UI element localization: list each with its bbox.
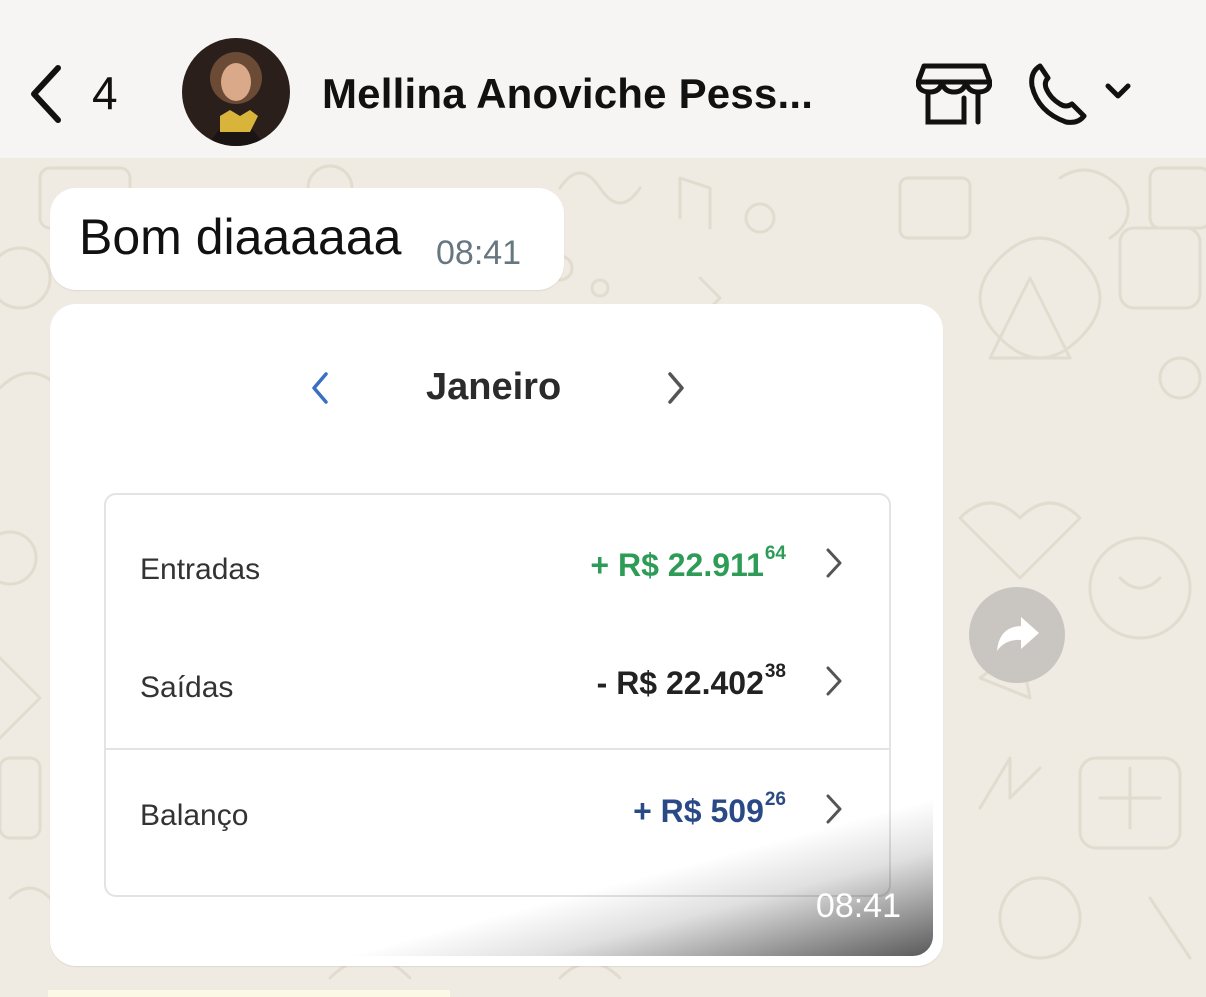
- row-label: Balanço: [140, 799, 249, 832]
- divider: [106, 748, 889, 750]
- avatar[interactable]: [182, 38, 290, 146]
- avatar-photo: [182, 38, 290, 146]
- image-message-bubble[interactable]: Janeiro Entradas + R$ 22.91164 Saídas - …: [50, 304, 943, 966]
- message-bubble[interactable]: Bom diaaaaaa 08:41: [50, 188, 564, 290]
- phone-icon[interactable]: [1026, 60, 1138, 128]
- storefront-icon[interactable]: [916, 62, 992, 126]
- row-amount: + R$ 22.91164: [590, 543, 786, 583]
- next-message-edge: [48, 990, 450, 997]
- month-title: Janeiro: [426, 366, 562, 408]
- row-amount: + R$ 50926: [633, 789, 786, 829]
- row-amount: - R$ 22.40238: [596, 661, 786, 701]
- chevron-left-icon[interactable]: [26, 62, 66, 126]
- chevron-right-icon: [668, 372, 684, 404]
- row-label: Entradas: [140, 553, 261, 586]
- contact-name[interactable]: Mellina Anoviche Pess...: [322, 70, 813, 118]
- summary-row-entradas: Entradas + R$ 22.91164: [106, 521, 889, 621]
- chat-header: 4 Mellina Anoviche Pess...: [0, 0, 1206, 158]
- message-time: 08:41: [436, 234, 522, 272]
- message-time: 08:41: [815, 887, 901, 925]
- chevron-left-icon: [312, 372, 328, 404]
- message-text: Bom diaaaaaa: [79, 209, 402, 265]
- shared-image[interactable]: Janeiro Entradas + R$ 22.91164 Saídas - …: [60, 314, 933, 956]
- chevron-right-icon: [826, 794, 842, 824]
- chevron-down-icon: [1105, 83, 1131, 99]
- summary-row-balanco: Balanço + R$ 50926: [106, 767, 889, 867]
- unread-count[interactable]: 4: [92, 66, 118, 120]
- chevron-right-icon: [826, 548, 842, 578]
- summary-row-saidas: Saídas - R$ 22.40238: [106, 639, 889, 739]
- row-label: Saídas: [140, 671, 234, 704]
- summary-card: Entradas + R$ 22.91164 Saídas - R$ 22.40…: [104, 493, 891, 897]
- forward-arrow-icon: [997, 617, 1039, 651]
- forward-button[interactable]: [969, 587, 1065, 683]
- chevron-right-icon: [826, 666, 842, 696]
